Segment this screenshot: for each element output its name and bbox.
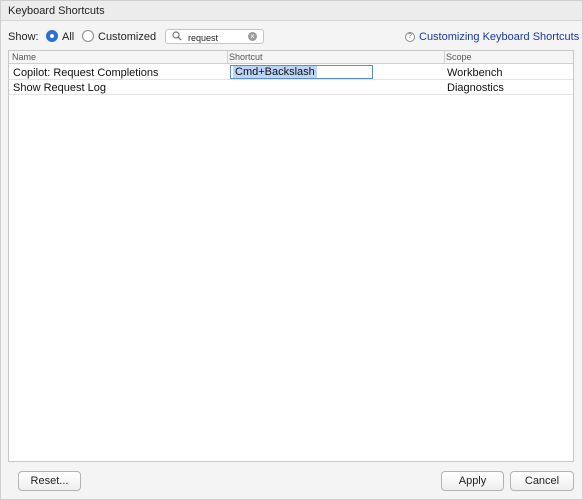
cancel-button[interactable]: Cancel bbox=[510, 471, 574, 491]
dialog-title: Keyboard Shortcuts bbox=[1, 1, 582, 21]
column-divider[interactable] bbox=[227, 51, 228, 64]
search-box[interactable]: × bbox=[165, 29, 264, 44]
customizing-shortcuts-link[interactable]: Customizing Keyboard Shortcuts bbox=[419, 31, 579, 43]
search-input[interactable] bbox=[188, 32, 244, 43]
shortcut-edit-field[interactable]: Cmd+Backslash bbox=[230, 65, 373, 79]
column-header-shortcut[interactable]: Shortcut bbox=[229, 52, 263, 62]
radio-customized-label[interactable]: Customized bbox=[98, 31, 156, 43]
apply-button[interactable]: Apply bbox=[441, 471, 504, 491]
radio-customized[interactable] bbox=[82, 30, 94, 42]
row-scope: Workbench bbox=[447, 67, 503, 79]
clear-search-icon[interactable]: × bbox=[248, 32, 257, 41]
filter-bar: Show: All Customized × ? Customizing Key… bbox=[1, 25, 582, 49]
reset-button[interactable]: Reset... bbox=[18, 471, 81, 491]
shortcut-value[interactable]: Cmd+Backslash bbox=[233, 66, 317, 78]
radio-all[interactable] bbox=[46, 30, 58, 42]
row-name: Show Request Log bbox=[13, 82, 106, 94]
row-name: Copilot: Request Completions bbox=[13, 67, 159, 79]
search-icon bbox=[172, 31, 182, 41]
keyboard-shortcuts-dialog: Keyboard Shortcuts Show: All Customized … bbox=[0, 0, 583, 500]
column-divider[interactable] bbox=[444, 51, 445, 64]
radio-all-label[interactable]: All bbox=[62, 31, 74, 43]
table-header: Name Shortcut Scope bbox=[9, 51, 573, 64]
row-scope: Diagnostics bbox=[447, 82, 504, 94]
table-row[interactable]: Show Request Log Diagnostics bbox=[9, 80, 573, 95]
help-icon[interactable]: ? bbox=[405, 32, 415, 42]
show-label: Show: bbox=[8, 31, 39, 43]
column-header-name[interactable]: Name bbox=[12, 52, 36, 62]
table-row[interactable]: Copilot: Request Completions Cmd+Backsla… bbox=[9, 65, 573, 80]
shortcuts-table: Name Shortcut Scope Copilot: Request Com… bbox=[8, 50, 574, 462]
column-header-scope[interactable]: Scope bbox=[446, 52, 472, 62]
